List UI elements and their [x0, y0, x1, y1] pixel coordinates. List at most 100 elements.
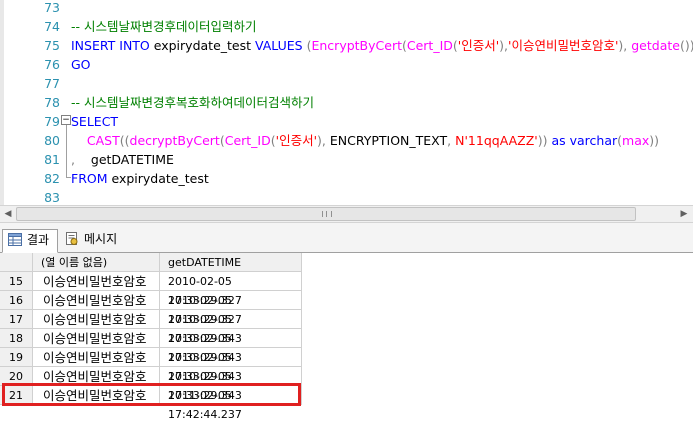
line-number: 81: [44, 152, 60, 167]
tab-messages-label: 메시지: [84, 232, 118, 246]
code-line[interactable]: 76 GO: [0, 55, 693, 74]
code-token: EncryptByCert: [311, 38, 402, 53]
row-number[interactable]: 15: [0, 272, 33, 291]
line-number: 78: [44, 95, 60, 110]
code-line[interactable]: 78 -- 시스템날짜변경후복호화하여데이터검색하기: [0, 93, 693, 112]
code-token: VALUES: [254, 38, 303, 53]
line-number: 74: [44, 19, 60, 34]
code-token: ),: [317, 133, 326, 148]
code-token: N'11qqAAZZ': [451, 133, 538, 148]
table-cell[interactable]: 이승연비밀번호암호: [33, 291, 160, 310]
row-number[interactable]: 19: [0, 348, 33, 367]
row-number[interactable]: 18: [0, 329, 33, 348]
line-number: 75: [44, 38, 60, 53]
code-token: -- 시스템날짜변경후복호화하여데이터검색하기: [71, 95, 314, 110]
tab-results[interactable]: 결과: [2, 229, 59, 253]
line-number: 83: [44, 190, 60, 205]
code-token: getDATETIME: [74, 152, 174, 167]
results-tabbar: 결과 메시지: [0, 223, 693, 253]
code-text: -- 시스템날짜변경후데이터입력하기: [71, 17, 257, 36]
code-token: varchar: [565, 133, 618, 148]
code-token: ),: [499, 38, 509, 53]
code-token: expirydate_test: [149, 38, 255, 53]
code-line[interactable]: 81 , getDATETIME: [0, 150, 693, 169]
code-token: FROM: [71, 171, 108, 186]
table-row[interactable]: 19 이승연비밀번호암호 2010-02-05 17:33:29.343: [0, 348, 693, 383]
scroll-right-arrow-icon[interactable]: ▶: [676, 206, 692, 222]
code-text: INSERT INTO expirydate_test VALUES (Encr…: [71, 36, 693, 55]
table-cell[interactable]: 2010-02-05 17:33:29.343: [160, 310, 302, 345]
horizontal-scrollbar[interactable]: ◀ ▶: [0, 205, 693, 223]
grid-icon: [8, 233, 22, 246]
query-editor[interactable]: 73 74 -- 시스템날짜변경후데이터입력하기 75 INSERT INTO expi…: [0, 0, 693, 205]
code-token: getdate: [627, 38, 680, 53]
code-line[interactable]: 75 INSERT INTO expirydate_test VALUES (En…: [0, 36, 693, 55]
code-token: decryptByCert: [129, 133, 220, 148]
code-line[interactable]: 74 -- 시스템날짜변경후데이터입력하기: [0, 17, 693, 36]
tab-messages[interactable]: 메시지: [60, 229, 125, 253]
column-header[interactable]: getDATETIME: [160, 253, 302, 272]
line-number: 82: [44, 171, 60, 186]
code-text: , getDATETIME: [71, 150, 174, 169]
code-token: )): [649, 133, 660, 148]
code-text: FROM expirydate_test: [71, 169, 209, 188]
grip-icon: [322, 211, 332, 217]
table-cell[interactable]: 이승연비밀번호암호: [33, 310, 160, 329]
code-token: INSERT INTO: [71, 38, 150, 53]
table-cell[interactable]: 이승연비밀번호암호: [33, 272, 160, 291]
code-line[interactable]: 77: [0, 74, 693, 93]
code-line[interactable]: 80 CAST((decryptByCert(Cert_ID('인증서'), E…: [0, 131, 693, 150]
code-token: Cert_ID: [406, 38, 453, 53]
table-cell[interactable]: 이승연비밀번호암호: [33, 329, 160, 348]
code-token: Cert_ID: [224, 133, 271, 148]
line-number: 77: [44, 76, 60, 91]
scrollbar-thumb[interactable]: [16, 207, 636, 221]
row-number[interactable]: 17: [0, 310, 33, 329]
table-cell[interactable]: 2010-02-05 17:33:29.343: [160, 329, 302, 364]
code-text: SELECT: [71, 112, 118, 131]
code-token: ((: [119, 133, 130, 148]
code-line[interactable]: 79 SELECT: [0, 112, 693, 131]
table-row[interactable]: 15 이승연비밀번호암호 2010-02-05 17:33:29.327: [0, 272, 693, 307]
tab-results-label: 결과: [27, 233, 50, 247]
table-row[interactable]: 18 이승연비밀번호암호 2010-02-05 17:33:29.343: [0, 329, 693, 364]
code-token: as: [547, 133, 566, 148]
table-cell[interactable]: 2010-02-05 17:33:29.343: [160, 348, 302, 383]
code-token: '인증서': [457, 38, 500, 53]
code-token: SELECT: [71, 114, 119, 129]
code-token: '인증서': [275, 133, 318, 148]
table-row[interactable]: 16 이승연비밀번호암호 2010-02-05 17:33:29.327: [0, 291, 693, 326]
line-number: 80: [44, 133, 60, 148]
code-token: -- 시스템날짜변경후데이터입력하기: [71, 19, 257, 34]
table-cell[interactable]: 2010-02-05 17:33:29.327: [160, 272, 302, 307]
code-line[interactable]: 83: [0, 188, 693, 205]
line-number: 79: [44, 114, 60, 129]
table-row[interactable]: 17 이승연비밀번호암호 2010-02-05 17:33:29.343: [0, 310, 693, 345]
line-number: 73: [44, 0, 60, 15]
code-token: ENCRYPTION_TEXT: [325, 133, 448, 148]
code-text: -- 시스템날짜변경후복호화하여데이터검색하기: [71, 93, 314, 112]
code-line[interactable]: 73: [0, 0, 693, 17]
outline-line: [66, 125, 67, 177]
code-token: ),: [618, 38, 628, 53]
message-icon: [66, 232, 78, 245]
code-line[interactable]: 82 FROM expirydate_test: [0, 169, 693, 188]
code-text: CAST((decryptByCert(Cert_ID('인증서'), ENCR…: [71, 131, 659, 150]
code-token: ()): [679, 38, 693, 53]
row-header-corner[interactable]: [0, 253, 33, 272]
code-text: GO: [71, 55, 91, 74]
table-cell[interactable]: 이승연비밀번호암호: [33, 348, 160, 367]
table-cell[interactable]: 2010-02-05 17:33:29.327: [160, 291, 302, 326]
code-token: CAST: [71, 133, 120, 148]
code-token: max: [622, 133, 650, 148]
highlight-box: [2, 383, 301, 406]
row-number[interactable]: 16: [0, 291, 33, 310]
code-token: expirydate_test: [107, 171, 209, 186]
code-token: GO: [71, 57, 91, 72]
scroll-left-arrow-icon[interactable]: ◀: [0, 206, 16, 222]
outline-end: [66, 177, 71, 178]
code-token: '이승연비밀번호암호': [508, 38, 619, 53]
collapse-icon[interactable]: −: [61, 115, 71, 125]
column-header[interactable]: (열 이름 없음): [33, 253, 160, 272]
line-number: 76: [44, 57, 60, 72]
